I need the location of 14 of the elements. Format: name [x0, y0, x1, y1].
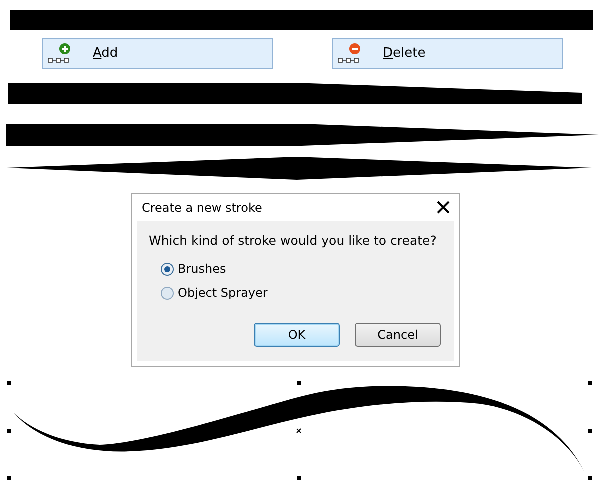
- option-label[interactable]: Brushes: [178, 262, 226, 276]
- close-icon[interactable]: [437, 201, 450, 214]
- minus-nodes-icon: [337, 42, 363, 66]
- plus-nodes-icon: [47, 42, 73, 66]
- dialog-button[interactable]: OK: [254, 323, 340, 347]
- dialog-button[interactable]: Cancel: [355, 323, 441, 347]
- radio-button[interactable]: [161, 286, 174, 300]
- radio-button[interactable]: [161, 262, 174, 276]
- option-label[interactable]: Object Sprayer: [178, 286, 268, 300]
- node-button[interactable]: Add: [42, 38, 273, 69]
- center-mark-icon: [296, 428, 302, 434]
- dialog-title: Create a new stroke: [142, 200, 262, 214]
- node-button[interactable]: Delete: [332, 38, 563, 69]
- question-text: Which kind of stroke would you like to create?: [149, 233, 438, 248]
